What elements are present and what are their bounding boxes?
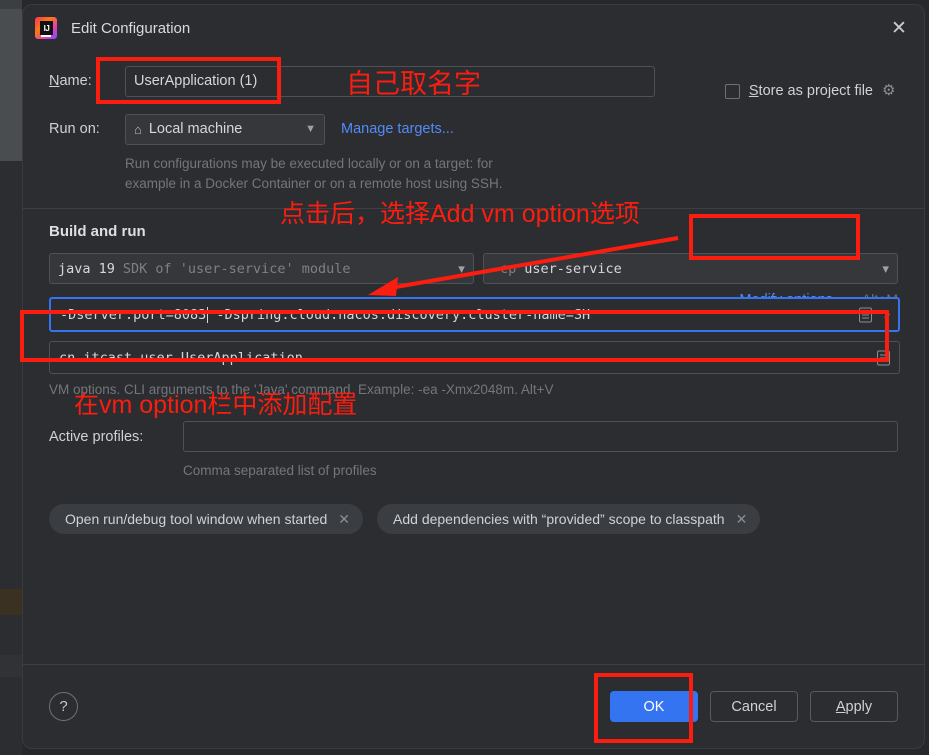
chip-label: Add dependencies with “provided” scope t… bbox=[393, 511, 725, 527]
macro-expand-icon[interactable]: ↙ bbox=[884, 308, 891, 322]
chip-close-icon[interactable]: ✕ bbox=[338, 511, 350, 528]
dialog-body: Name: UserApplication (1) Store as proje… bbox=[23, 65, 924, 685]
classpath-flag: -cp bbox=[491, 260, 517, 277]
jdk-value: java 19 bbox=[58, 260, 115, 277]
gear-icon[interactable]: ⚙ bbox=[882, 83, 898, 99]
text-caret bbox=[207, 306, 209, 323]
background-ide-strip bbox=[0, 0, 22, 755]
screenshot-root: IJ Edit Configuration ✕ Name: UserApplic… bbox=[0, 0, 929, 755]
active-profiles-row: Active profiles: bbox=[49, 421, 898, 452]
active-profiles-hint: Comma separated list of profiles bbox=[183, 463, 377, 478]
name-input[interactable]: UserApplication (1) bbox=[125, 65, 655, 97]
expand-editor-icon[interactable] bbox=[859, 307, 872, 322]
vm-options-input[interactable]: -Dserver.port=8083 -Dspring.cloud.nacos.… bbox=[49, 297, 900, 332]
main-class-value: cn.itcast.user.UserApplication bbox=[59, 349, 303, 366]
edit-configuration-dialog: IJ Edit Configuration ✕ Name: UserApplic… bbox=[22, 4, 925, 749]
cancel-button[interactable]: Cancel bbox=[710, 691, 798, 722]
footer-buttons: OK Cancel Apply bbox=[610, 691, 898, 722]
run-on-hint-line-1: Run configurations may be executed local… bbox=[125, 156, 493, 171]
jdk-value-description: SDK of 'user-service' module bbox=[122, 260, 351, 277]
browse-class-icon[interactable] bbox=[877, 350, 890, 365]
build-and-run-title: Build and run bbox=[49, 223, 146, 240]
home-icon: ⌂ bbox=[134, 121, 142, 137]
vm-options-hint: VM options. CLI arguments to the 'Java' … bbox=[49, 382, 554, 397]
close-icon[interactable]: ✕ bbox=[886, 15, 912, 41]
active-profiles-input[interactable] bbox=[182, 421, 898, 452]
run-on-hint-line-2: example in a Docker Container or on a re… bbox=[125, 176, 503, 191]
name-label: Name: bbox=[49, 73, 92, 89]
apply-button[interactable]: Apply bbox=[810, 691, 898, 722]
chevron-down-icon: ▼ bbox=[458, 262, 465, 275]
main-class-input[interactable]: cn.itcast.user.UserApplication bbox=[49, 341, 900, 374]
section-divider bbox=[23, 208, 924, 209]
chip-open-run-debug-tool-window[interactable]: Open run/debug tool window when started … bbox=[49, 504, 364, 534]
dialog-footer: ? OK Cancel Apply bbox=[23, 664, 924, 748]
chip-add-provided-dependencies[interactable]: Add dependencies with “provided” scope t… bbox=[377, 504, 761, 534]
active-profiles-label: Active profiles: bbox=[49, 428, 144, 445]
sdk-and-classpath-row: java 19 SDK of 'user-service' module ▼ -… bbox=[49, 253, 898, 284]
jdk-combobox[interactable]: java 19 SDK of 'user-service' module ▼ bbox=[49, 253, 474, 284]
chip-close-icon[interactable]: ✕ bbox=[736, 511, 748, 528]
ok-button[interactable]: OK bbox=[610, 691, 698, 722]
classpath-module: user-service bbox=[524, 260, 622, 277]
dialog-titlebar: IJ Edit Configuration ✕ bbox=[23, 5, 924, 51]
vm-options-value-part-2: -Dspring.cloud.nacos.discovery.cluster-n… bbox=[216, 306, 591, 323]
option-chips: Open run/debug tool window when started … bbox=[49, 504, 898, 534]
classpath-combobox[interactable]: -cp user-service ▼ bbox=[482, 253, 898, 284]
chip-label: Open run/debug tool window when started bbox=[65, 511, 328, 527]
run-on-label: Run on: bbox=[49, 121, 100, 137]
chevron-down-icon: ▼ bbox=[882, 262, 889, 275]
run-on-combobox[interactable]: ⌂ Local machine ▼ bbox=[125, 113, 325, 145]
store-as-project-file-row[interactable]: Store as project file ⚙ bbox=[724, 83, 898, 99]
intellij-idea-icon: IJ bbox=[35, 17, 57, 39]
chevron-down-icon: ▼ bbox=[305, 123, 316, 135]
store-as-project-file-checkbox[interactable] bbox=[724, 83, 740, 99]
run-on-hint: Run configurations may be executed local… bbox=[125, 154, 898, 194]
store-as-project-file-label: Store as project file bbox=[748, 83, 873, 99]
run-on-row: Run on: ⌂ Local machine ▼ Manage targets… bbox=[49, 113, 898, 145]
dialog-title: Edit Configuration bbox=[71, 19, 191, 37]
vm-options-value-part-1: -Dserver.port=8083 bbox=[60, 306, 207, 323]
help-button[interactable]: ? bbox=[49, 692, 78, 721]
run-on-value: Local machine bbox=[148, 121, 243, 137]
manage-targets-link[interactable]: Manage targets... bbox=[341, 121, 454, 137]
